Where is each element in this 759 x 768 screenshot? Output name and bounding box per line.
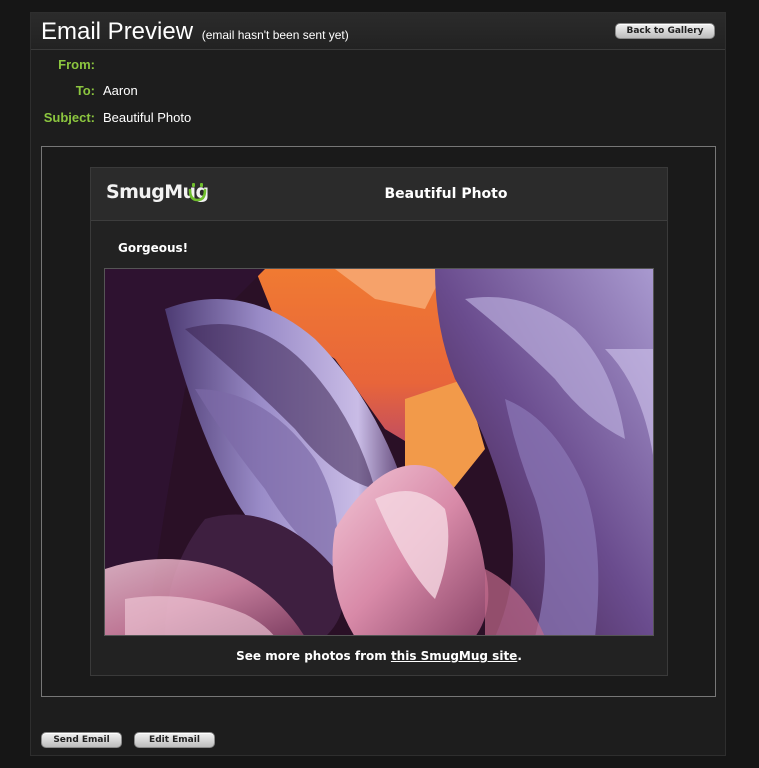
edit-email-button[interactable]: Edit Email bbox=[134, 732, 215, 748]
email-title: Beautiful Photo bbox=[384, 186, 508, 202]
to-row: To: Aaron bbox=[31, 83, 331, 101]
footer-suffix: . bbox=[517, 649, 522, 663]
from-row: From: bbox=[31, 57, 331, 75]
email-preview-panel: Email Preview (email hasn't been sent ye… bbox=[30, 12, 726, 756]
email-photo[interactable] bbox=[104, 268, 654, 636]
subject-label: Subject: bbox=[43, 110, 95, 125]
to-label: To: bbox=[75, 83, 95, 98]
email-preview-frame: SmugMug Beautiful Photo Gorgeous! See mo… bbox=[41, 146, 716, 697]
page-title-note: (email hasn't been sent yet) bbox=[201, 28, 349, 42]
email-header: SmugMug Beautiful Photo bbox=[91, 168, 667, 221]
header-bar: Email Preview (email hasn't been sent ye… bbox=[31, 13, 725, 50]
page-title-text: Email Preview bbox=[41, 18, 194, 45]
smugmug-smile-icon bbox=[188, 183, 207, 202]
email-body: SmugMug Beautiful Photo Gorgeous! See mo… bbox=[90, 167, 668, 676]
smugmug-site-link[interactable]: this SmugMug site bbox=[391, 649, 517, 663]
back-to-gallery-button[interactable]: Back to Gallery bbox=[615, 23, 715, 39]
slot-canyon-image bbox=[105, 269, 653, 635]
email-message: Gorgeous! bbox=[118, 241, 189, 255]
from-label: From: bbox=[58, 57, 95, 72]
page-title: Email Preview (email hasn't been sent ye… bbox=[41, 18, 349, 46]
to-value: Aaron bbox=[103, 83, 138, 98]
subject-row: Subject: Beautiful Photo bbox=[31, 110, 331, 128]
footer-prefix: See more photos from bbox=[236, 649, 391, 663]
email-footer: See more photos from this SmugMug site. bbox=[91, 649, 667, 663]
send-email-button[interactable]: Send Email bbox=[41, 732, 122, 748]
subject-value: Beautiful Photo bbox=[103, 110, 192, 125]
